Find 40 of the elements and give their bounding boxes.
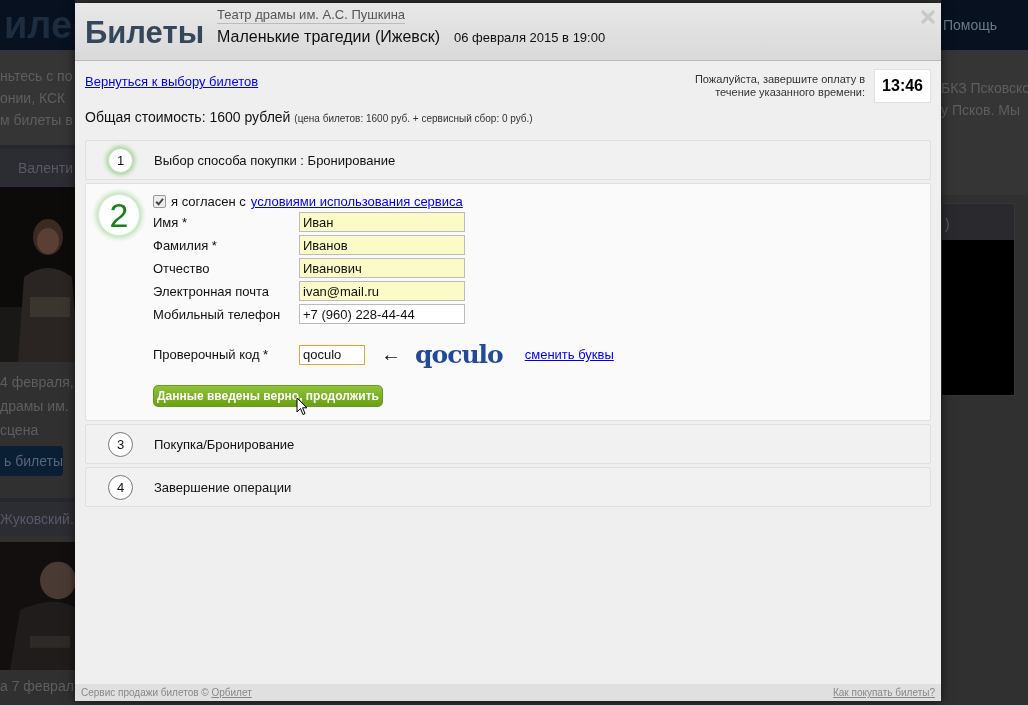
step-title: Выбор способа покупки : Бронирование [154,152,396,168]
step-panel[interactable]: 4 Завершение операции [85,467,931,507]
timer-note: Пожалуйста, завершите оплату в течение указанного времени: [693,73,866,99]
card-title: ) [945,216,951,232]
show-date: 06 февраля 2015 в 19:00 [454,30,606,45]
agree-label: я согласен с [171,194,246,209]
show-title: Маленькие трагедии (Ижевск) [217,28,440,46]
step-title: Покупка/Бронирование [154,436,295,452]
input-field[interactable]: +7 (960) 228-44-44 [299,304,465,324]
input-field[interactable]: Иванович [299,258,465,278]
arrow-text: ← [381,343,401,366]
captcha-image: qoculo [415,340,503,369]
field-label: Фамилия * [153,237,218,253]
countdown-timer: 13:46 [874,69,931,103]
cost-detail: (цена билетов: 1600 руб. + сервисный сбор: 0 руб.) [294,113,533,124]
total-cost: Общая стоимость: 1600 рублей [85,109,291,125]
step-number: 3 [108,431,133,457]
field-label: Проверочный код * [153,347,270,362]
field-label: Отчество [153,260,211,276]
input-field[interactable]: ivan@mail.ru [299,281,465,301]
field-label: Мобильный телефон [153,306,282,322]
step-panel[interactable]: 3 Покупка/Бронирование [85,424,931,464]
step-title: Завершение операции [154,479,292,495]
field-label: Электронная почта [153,283,270,299]
venue-name: Театр драмы им. А.С. Пушкина [217,7,406,24]
change-letters-link[interactable]: сменить буквы [524,347,614,362]
step-number: 1 [108,147,133,173]
step-panel[interactable]: 1 Выбор способа покупки : Бронирование [85,140,931,180]
input-field[interactable]: Иванов [299,235,465,255]
step-number: 4 [108,474,133,500]
captcha-field[interactable]: qoculo [299,344,365,365]
checkbox[interactable] [153,195,166,208]
back-link[interactable]: Вернуться к выбору билетов [85,74,259,89]
terms-link[interactable]: условиями использования сервиса [250,194,463,209]
nav-link[interactable]: Помощь [943,17,998,33]
step-number: 2 [98,194,140,236]
input-field[interactable]: Иван [299,212,465,232]
field-label: Имя * [153,214,188,230]
dialog-title: Билеты [85,15,206,51]
footer-text: Сервис продажи билетов © [81,687,209,698]
